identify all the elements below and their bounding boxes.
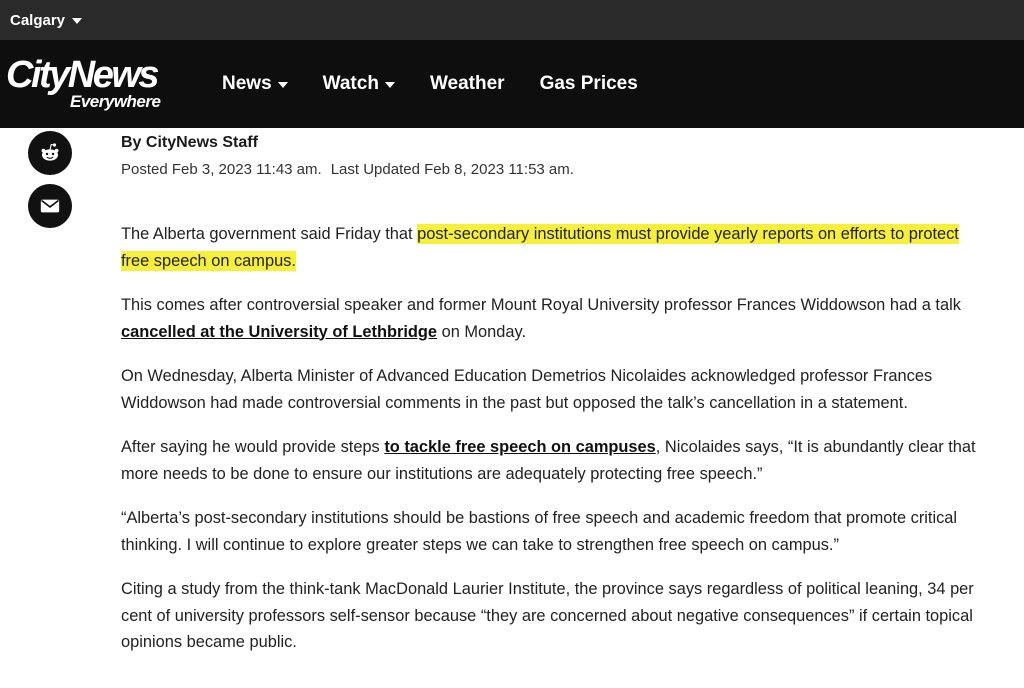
nav-menu: News Watch Weather Gas Prices [222,73,673,95]
share-buttons [28,131,72,237]
nav-item-label: Watch [322,73,379,94]
nav-item-label: Weather [429,73,505,94]
chevron-down-icon [277,82,288,88]
city-selector[interactable]: Calgary [10,11,83,29]
nav-item-label: News [222,73,272,94]
article-paragraph-5: “Alberta’s post-secondary institutions s… [121,509,958,554]
share-reddit-button[interactable] [28,131,72,175]
paragraph-text: After saying he would provide steps [121,438,385,456]
updated-date: Last Updated Feb 8, 2023 11:53 am. [330,161,574,178]
article-dateline: Posted Feb 3, 2023 11:43 am. Last Updated… [121,158,991,182]
posted-date: Posted Feb 3, 2023 11:43 am. [121,161,322,178]
article-body: By CityNews Staff Posted Feb 3, 2023 11:… [121,131,991,656]
lethbridge-link[interactable]: cancelled at the University of Lethbridg… [121,323,437,341]
article-byline: By CityNews Staff [121,134,258,151]
paragraph-text: The Alberta government said Friday that [121,225,418,243]
paragraph-text: This comes after controversial speaker a… [121,296,961,314]
share-email-button[interactable] [28,184,72,228]
nav-item-watch[interactable]: Watch [323,73,395,95]
top-bar: Calgary [0,0,1024,40]
nav-item-weather[interactable]: Weather [430,73,505,95]
article-paragraph-2: This comes after controversial speaker a… [121,292,991,345]
nav-item-news[interactable]: News [222,73,288,95]
main-nav-bar: CityNews Everywhere News Watch Weather G… [0,40,1024,128]
nav-item-label: Gas Prices [539,73,638,94]
city-label: Calgary [10,11,66,29]
chevron-down-icon [72,18,83,24]
article-paragraph-1: The Alberta government said Friday that … [121,221,991,274]
article-paragraph-4: After saying he would provide steps to t… [121,434,991,487]
citynews-logo[interactable]: CityNews Everywhere [4,49,194,119]
chevron-down-icon [384,82,395,88]
logo-main-text: CityNews [6,54,160,96]
reddit-icon [41,143,59,161]
logo-sub-text: Everywhere [70,92,161,111]
article-paragraph-3: On Wednesday, Alberta Minister of Advanc… [121,367,933,412]
email-icon [40,199,60,213]
free-speech-link[interactable]: to tackle free speech on campuses [384,438,655,456]
article-paragraph-6: Citing a study from the think-tank MacDo… [121,580,974,651]
nav-item-gas-prices[interactable]: Gas Prices [540,73,638,95]
paragraph-text: on Monday. [437,322,527,341]
